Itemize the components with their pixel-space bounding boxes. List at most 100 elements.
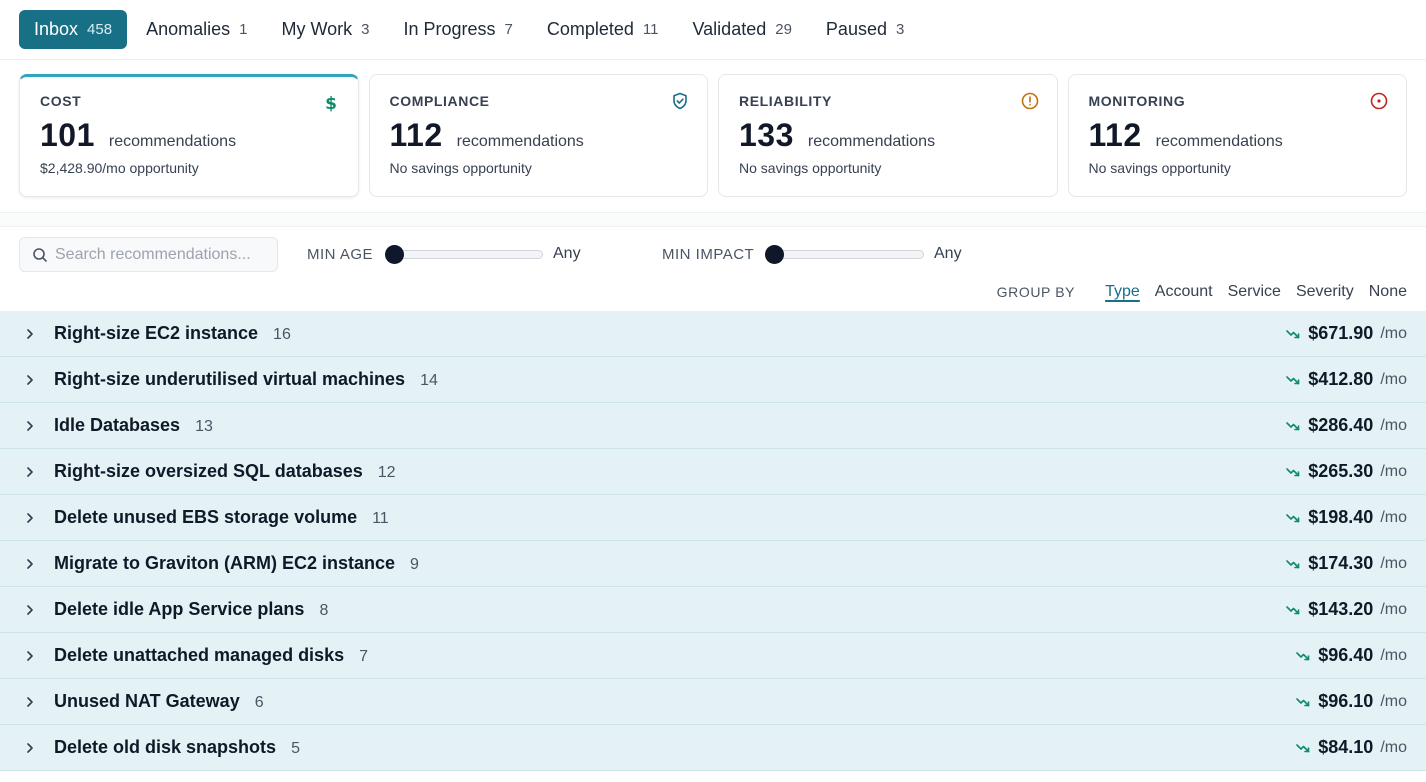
tab-my-work[interactable]: My Work 3 <box>266 10 384 49</box>
savings-amount: $96.10 <box>1318 691 1374 711</box>
chevron-right-icon <box>27 697 33 707</box>
min-impact-slider-track[interactable] <box>767 250 924 259</box>
group-by-label: GROUP BY <box>996 284 1076 300</box>
group-by-severity[interactable]: Severity <box>1296 283 1354 301</box>
card-reliability[interactable]: RELIABILITY 133 recommendations No savin… <box>718 74 1058 197</box>
savings-amount: $198.40 <box>1308 507 1374 527</box>
svg-text:$: $ <box>325 94 337 112</box>
group-title: Right-size oversized SQL databases <box>54 461 363 481</box>
search-box <box>19 237 278 272</box>
target-icon <box>1370 92 1388 110</box>
savings-period: /mo <box>1380 600 1407 618</box>
savings-period: /mo <box>1380 324 1407 342</box>
trending-down-icon <box>1286 421 1300 430</box>
group-title: Right-size EC2 instance <box>54 323 259 343</box>
card-title: RELIABILITY <box>739 93 832 109</box>
savings-period: /mo <box>1380 692 1407 710</box>
search-icon <box>33 247 47 262</box>
savings-period: /mo <box>1380 462 1407 480</box>
tab-anomalies[interactable]: Anomalies 1 <box>131 10 262 49</box>
trending-down-icon <box>1286 559 1300 568</box>
search-input[interactable] <box>55 245 265 264</box>
card-subtitle: No savings opportunity <box>739 160 882 176</box>
chevron-right-icon <box>27 605 33 615</box>
trending-down-icon <box>1286 605 1300 614</box>
tab-label: Completed <box>546 19 634 39</box>
trending-down-icon <box>1296 651 1310 660</box>
chevron-right-icon <box>27 375 33 385</box>
savings-period: /mo <box>1380 508 1407 526</box>
tab-label: My Work <box>281 19 353 39</box>
group-by-type[interactable]: Type <box>1105 283 1140 301</box>
group-by-service[interactable]: Service <box>1228 283 1281 301</box>
chevron-right-icon <box>27 329 33 339</box>
trending-down-icon <box>1286 513 1300 522</box>
chevron-right-icon <box>27 467 33 477</box>
tab-label: Inbox <box>34 19 79 39</box>
tab-inbox[interactable]: Inbox 458 <box>19 10 128 49</box>
card-compliance[interactable]: COMPLIANCE 112 recommendations No saving… <box>368 74 708 197</box>
savings-period: /mo <box>1380 416 1407 434</box>
group-title: Migrate to Graviton (ARM) EC2 instance <box>54 553 396 573</box>
tab-completed[interactable]: Completed 11 <box>532 10 674 49</box>
min-age-slider-thumb[interactable] <box>385 245 404 264</box>
group-row[interactable]: Migrate to Graviton (ARM) EC2 instance 9 … <box>0 541 1426 587</box>
savings-period: /mo <box>1380 738 1407 756</box>
category-cards: COST $ 101 recommendations $2,428.90/mo … <box>19 74 1407 197</box>
savings-amount: $174.30 <box>1308 553 1374 573</box>
trending-down-icon <box>1286 329 1300 338</box>
min-age-value: Any <box>553 245 581 262</box>
tab-count: 3 <box>361 21 370 38</box>
group-count: 8 <box>319 602 329 619</box>
savings-amount: $412.80 <box>1308 369 1374 389</box>
min-impact-slider-thumb[interactable] <box>765 245 784 264</box>
dollar-icon: $ <box>325 94 337 112</box>
card-unit: recommendations <box>1155 133 1283 150</box>
shield-check-icon <box>673 92 687 110</box>
group-row[interactable]: Delete unattached managed disks 7 $96.40 /… <box>0 633 1426 679</box>
group-count: 13 <box>195 418 213 435</box>
min-age-label: MIN AGE <box>307 246 374 263</box>
card-cost[interactable]: COST $ 101 recommendations $2,428.90/mo … <box>19 74 359 197</box>
group-by-control: GROUP BY Type Account Service Severity N… <box>997 283 1407 301</box>
group-row[interactable]: Delete idle App Service plans 8 $143.20/m… <box>0 587 1426 633</box>
savings-amount: $96.40 <box>1318 645 1374 665</box>
group-count: 5 <box>291 740 300 757</box>
group-count: 7 <box>359 648 368 665</box>
tab-label: Paused <box>825 19 887 39</box>
group-count: 12 <box>377 464 396 481</box>
group-row[interactable]: Idle Databases 13 $286.40/mo <box>0 403 1426 449</box>
tab-count: 7 <box>504 21 513 38</box>
group-count: 6 <box>254 694 264 711</box>
group-row[interactable]: Unused NAT Gateway 6 $96.10/mo <box>0 679 1426 725</box>
group-row[interactable]: Right-size oversized SQL databases 12 $26… <box>0 449 1426 495</box>
chevron-right-icon <box>27 513 33 523</box>
min-age-slider-track[interactable] <box>386 250 543 259</box>
tab-paused[interactable]: Paused 3 <box>811 10 919 49</box>
card-subtitle: $2,428.90/mo opportunity <box>40 160 199 176</box>
group-count: 14 <box>420 372 438 389</box>
group-title: Delete idle App Service plans <box>54 599 305 619</box>
group-row[interactable]: Right-size underutilised virtual machine… <box>0 357 1426 403</box>
group-row[interactable]: Right-size EC2 instance 16 $671.90/mo <box>0 311 1426 357</box>
group-row[interactable]: Delete old disk snapshots 5 $84.10/mo <box>0 725 1426 771</box>
tab-label: In Progress <box>403 19 496 39</box>
tab-count: 3 <box>895 21 905 38</box>
tab-in-progress[interactable]: In Progress 7 <box>388 10 527 49</box>
savings-period: /mo <box>1380 646 1407 664</box>
group-by-none[interactable]: None <box>1369 283 1407 301</box>
group-row[interactable]: Delete unused EBS storage volume 11 $198.… <box>0 495 1426 541</box>
group-count: 9 <box>410 556 419 573</box>
alert-circle-icon <box>1021 92 1038 110</box>
group-count: 16 <box>273 326 291 343</box>
chevron-right-icon <box>27 559 33 569</box>
min-impact-label: MIN IMPACT <box>662 246 755 263</box>
chevron-right-icon <box>27 743 33 753</box>
tab-validated[interactable]: Validated 29 <box>678 10 807 49</box>
tab-count: 29 <box>775 21 792 38</box>
tab-count: 1 <box>239 21 248 38</box>
group-title: Delete unused EBS storage volume <box>54 507 358 527</box>
card-monitoring[interactable]: MONITORING 112 recommendations No saving… <box>1067 74 1407 197</box>
card-unit: recommendations <box>456 133 584 150</box>
group-by-account[interactable]: Account <box>1155 283 1213 301</box>
